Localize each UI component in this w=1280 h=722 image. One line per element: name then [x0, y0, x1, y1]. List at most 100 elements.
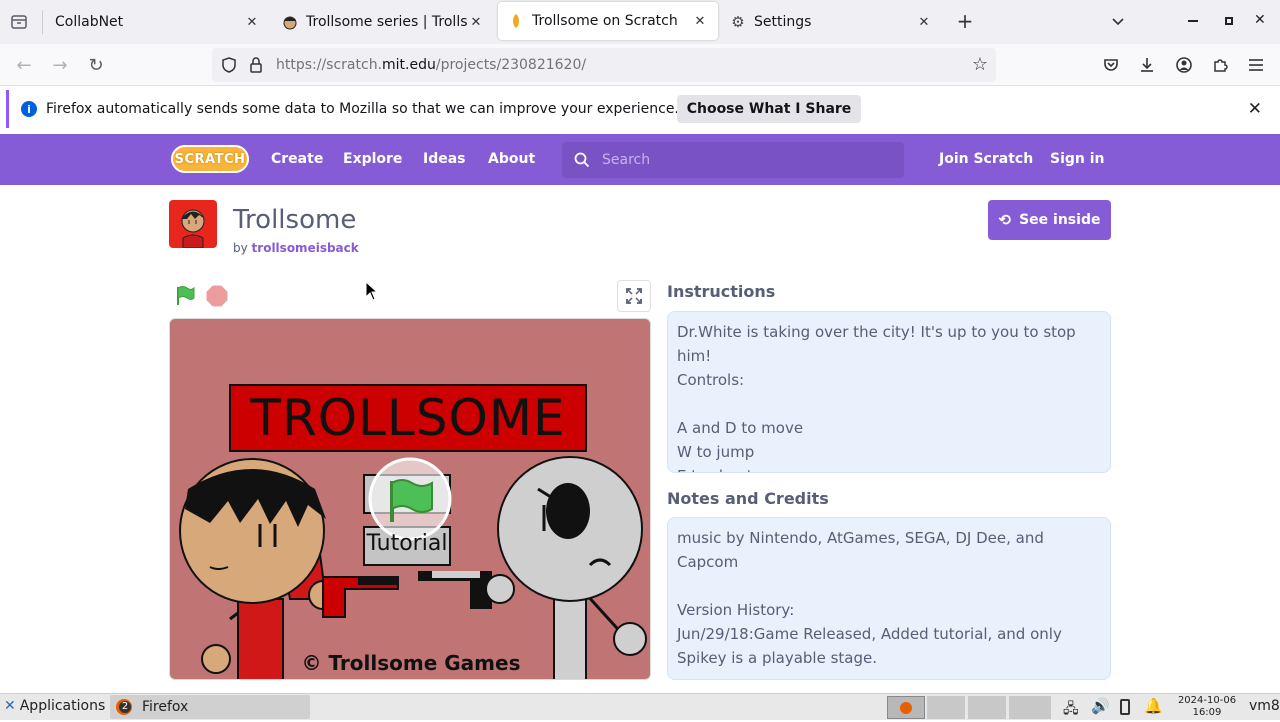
- nav-ideas[interactable]: Ideas: [423, 134, 466, 185]
- firefox-label: Firefox: [142, 699, 189, 715]
- project-page: Trollsome by trollsomeisback ⟲ See insid…: [0, 185, 1280, 693]
- green-flag-icon[interactable]: [174, 285, 196, 307]
- notes-heading: Notes and Credits: [667, 489, 829, 508]
- menu-icon[interactable]: [1245, 54, 1267, 76]
- tab-list-icon[interactable]: [10, 13, 28, 31]
- by-label: by: [233, 241, 248, 255]
- download-icon[interactable]: [1136, 54, 1158, 76]
- mouse-cursor: [365, 280, 379, 301]
- firefox-icon: 2: [116, 699, 132, 715]
- search-placeholder: Search: [602, 152, 651, 168]
- applications-label: Applications: [19, 698, 106, 714]
- tab-title: Settings: [754, 14, 812, 30]
- shield-icon[interactable]: [220, 56, 238, 74]
- window-close-icon[interactable]: ✕: [1254, 12, 1266, 28]
- url-domain: mit.edu: [382, 57, 436, 73]
- nav-explore[interactable]: Explore: [343, 134, 402, 185]
- project-byline: by trollsomeisback: [233, 241, 359, 255]
- stage-copyright-text: © Trollsome Games: [301, 651, 521, 675]
- url-path: /projects/230821620/: [435, 57, 587, 73]
- info-icon: i: [21, 101, 37, 117]
- logo-text: SCRATCH: [174, 151, 246, 167]
- avatar[interactable]: [169, 200, 217, 248]
- stage-title-text: TROLLSOME: [250, 389, 566, 447]
- workspace-4[interactable]: [1009, 696, 1051, 719]
- clock-date: 2024-10-06: [1177, 695, 1237, 706]
- taskbar: ✕ Applications 2 Firefox 🖧 🔊 🔔 2024-10-0…: [0, 693, 1280, 720]
- stop-icon[interactable]: [206, 285, 228, 307]
- forward-arrow-icon[interactable]: →: [49, 54, 71, 76]
- clock-time: 16:09: [1192, 707, 1222, 718]
- tab-trollsome-series[interactable]: Trollsome series | Trollsome ✕: [272, 0, 494, 44]
- window-count-badge: 2: [119, 701, 131, 713]
- battery-icon[interactable]: [1120, 699, 1130, 715]
- url-prefix: https://scratch.: [276, 57, 383, 73]
- tab-bar: CollabNet ✕ Trollsome series | Trollsome…: [0, 0, 1280, 44]
- project-stage[interactable]: TROLLSOME Tutorial © Trollsome Games: [169, 318, 651, 680]
- tab-divider: [42, 10, 43, 34]
- host-label: vm8: [1249, 698, 1280, 714]
- see-inside-button[interactable]: ⟲ See inside: [988, 200, 1111, 240]
- workspace-2[interactable]: [927, 696, 965, 719]
- close-icon[interactable]: ✕: [468, 15, 484, 30]
- applications-menu[interactable]: ✕ Applications: [4, 698, 105, 714]
- instructions-box: Dr.White is taking over the city! It's u…: [667, 311, 1111, 473]
- nav-about[interactable]: About: [488, 134, 535, 185]
- see-inside-icon: ⟲: [998, 211, 1012, 229]
- search-input[interactable]: Search: [562, 142, 904, 178]
- back-arrow-icon[interactable]: ←: [13, 54, 35, 76]
- fullscreen-button[interactable]: [617, 280, 651, 312]
- maximize-icon[interactable]: [1225, 17, 1233, 25]
- workspace-3[interactable]: [968, 696, 1006, 719]
- stage-tutorial-text: Tutorial: [366, 531, 448, 556]
- taskbar-firefox[interactable]: 2 Firefox: [110, 695, 310, 719]
- join-scratch-link[interactable]: Join Scratch: [939, 134, 1033, 185]
- notes-text: music by Nintendo, AtGames, SEGA, DJ Dee…: [677, 529, 1062, 667]
- clock[interactable]: 2024-10-06 16:09: [1168, 695, 1246, 719]
- author-link[interactable]: trollsomeisback: [252, 241, 359, 255]
- extensions-icon[interactable]: [1209, 54, 1231, 76]
- nav-create[interactable]: Create: [271, 134, 323, 185]
- minimize-icon[interactable]: [1188, 20, 1198, 22]
- see-inside-label: See inside: [1019, 212, 1101, 228]
- instructions-heading: Instructions: [667, 282, 776, 301]
- tab-trollsome-scratch[interactable]: Trollsome on Scratch ✕: [498, 2, 718, 40]
- tab-title: Trollsome on Scratch: [532, 13, 678, 29]
- tab-settings[interactable]: ⚙ Settings ✕: [720, 0, 942, 44]
- close-icon[interactable]: ✕: [244, 15, 260, 30]
- firefox-mini-icon: [900, 701, 912, 714]
- tab-title: Trollsome series | Trollsome: [306, 14, 468, 30]
- notification-bar: i Firefox automatically sends some data …: [6, 90, 1274, 128]
- scratch-navbar: SCRATCH Create Explore Ideas About Searc…: [0, 134, 1280, 185]
- chevron-down-icon[interactable]: [1108, 11, 1128, 31]
- account-icon[interactable]: [1173, 54, 1195, 76]
- star-icon[interactable]: ☆: [972, 56, 988, 74]
- choose-what-i-share-button[interactable]: Choose What I Share: [677, 95, 861, 123]
- sign-in-link[interactable]: Sign in: [1050, 134, 1105, 185]
- url-text: https://scratch.mit.edu/projects/2308216…: [276, 57, 586, 73]
- pocket-icon[interactable]: [1100, 54, 1122, 76]
- workspace-1[interactable]: [887, 696, 925, 719]
- volume-icon[interactable]: 🔊: [1091, 697, 1110, 715]
- search-icon: [574, 152, 590, 168]
- tab-title: CollabNet: [55, 14, 124, 30]
- close-icon[interactable]: ✕: [916, 15, 932, 30]
- trollsome-favicon-icon: [282, 14, 298, 30]
- lock-icon[interactable]: [248, 56, 264, 74]
- instructions-text: Dr.White is taking over the city! It's u…: [677, 323, 1076, 472]
- project-title: Trollsome: [233, 205, 357, 235]
- xfce-icon: ✕: [4, 698, 16, 714]
- network-icon[interactable]: 🖧: [1063, 698, 1079, 722]
- scratch-logo[interactable]: SCRATCH: [171, 145, 249, 173]
- close-icon[interactable]: ✕: [692, 14, 708, 29]
- url-bar[interactable]: https://scratch.mit.edu/projects/2308216…: [212, 48, 996, 82]
- new-tab-button[interactable]: +: [954, 10, 976, 32]
- close-icon[interactable]: ✕: [1248, 99, 1262, 119]
- bell-icon[interactable]: 🔔: [1144, 697, 1163, 715]
- reload-icon[interactable]: ↻: [85, 54, 107, 76]
- tab-collabnet[interactable]: CollabNet ✕: [45, 0, 270, 44]
- gear-icon: ⚙: [731, 13, 745, 31]
- scratch-favicon-icon: [508, 13, 524, 29]
- notes-box: music by Nintendo, AtGames, SEGA, DJ Dee…: [667, 517, 1111, 680]
- notification-text: Firefox automatically sends some data to…: [46, 101, 679, 117]
